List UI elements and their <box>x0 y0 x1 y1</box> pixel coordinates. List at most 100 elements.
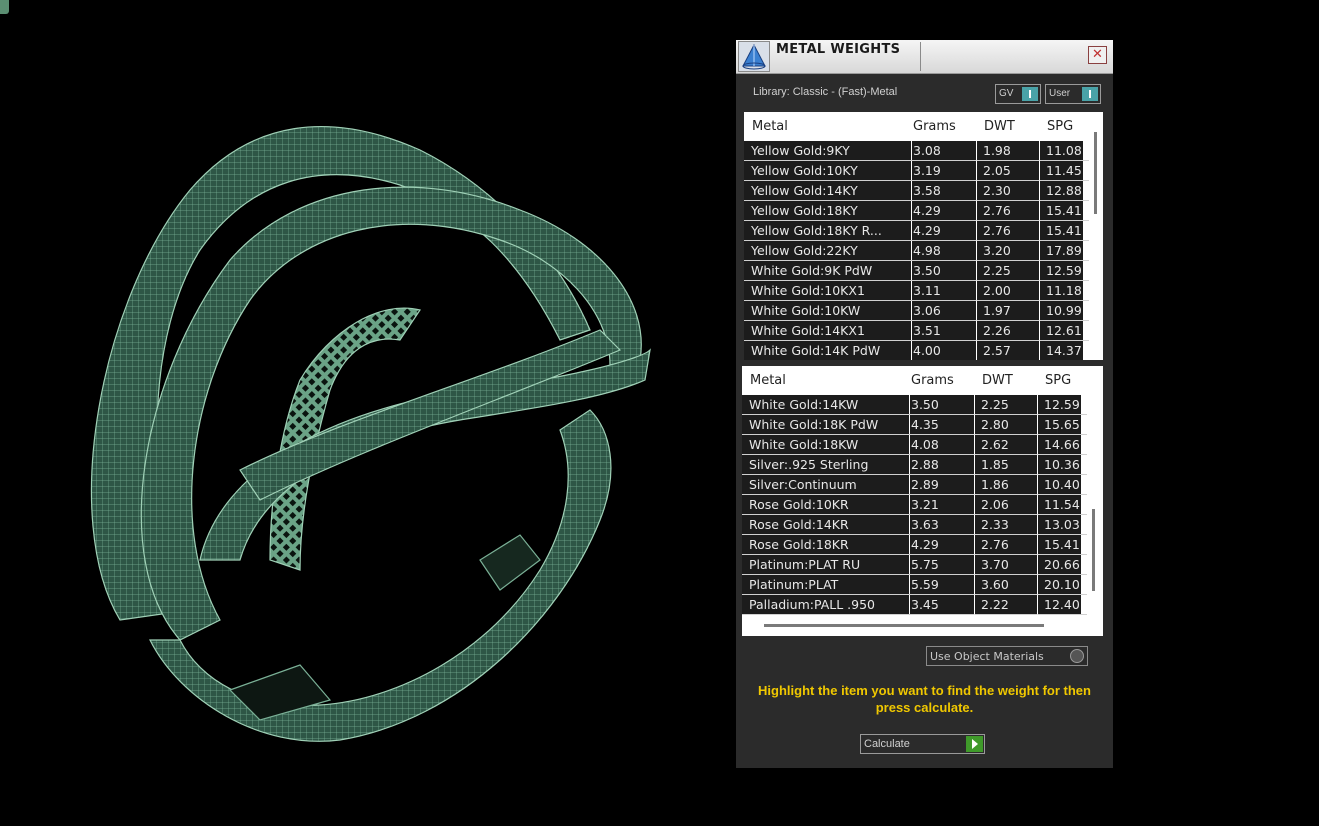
table-row[interactable]: White Gold:18K PdW 4.35 2.80 15.65 <box>742 415 1087 435</box>
table-row[interactable]: Yellow Gold:14KY 3.58 2.30 12.88 <box>744 181 1089 201</box>
table-row[interactable]: White Gold:10KW 3.06 1.97 10.99 <box>744 301 1089 321</box>
table-cell-grams: 3.45 <box>906 595 975 615</box>
table-cell-grams: 4.29 <box>906 535 975 555</box>
instruction-text: Highlight the item you want to find the … <box>758 683 1091 715</box>
user-toggle[interactable]: User <box>1045 84 1101 104</box>
table-cell-dwt: 3.70 <box>975 555 1038 575</box>
gv-toggle[interactable]: GV <box>995 84 1041 104</box>
table-cell-metal: Rose Gold:18KR <box>742 535 910 555</box>
metal-table-bottom[interactable]: Metal Grams DWT SPG White Gold:14KW 3.50 2… <box>742 366 1103 636</box>
table-row[interactable]: Yellow Gold:22KY 4.98 3.20 17.89 <box>744 241 1089 261</box>
column-header-grams[interactable]: Grams <box>911 373 954 388</box>
gv-toggle-label: GV <box>999 88 1014 99</box>
table-row[interactable]: Yellow Gold:18KY 4.29 2.76 15.41 <box>744 201 1089 221</box>
horizontal-scrollbar[interactable] <box>764 624 1044 627</box>
table-cell-spg: 12.61 <box>1040 321 1089 341</box>
user-toggle-label: User <box>1049 88 1071 99</box>
close-button[interactable]: ✕ <box>1088 46 1107 64</box>
column-header-spg[interactable]: SPG <box>1047 119 1073 134</box>
table-cell-grams: 3.50 <box>908 261 977 281</box>
3d-viewport[interactable] <box>0 0 730 826</box>
table-row[interactable]: White Gold:14K PdW 4.00 2.57 14.37 <box>744 341 1083 360</box>
use-object-materials-radio[interactable] <box>1070 649 1084 663</box>
table-cell-dwt: 2.22 <box>975 595 1038 615</box>
table-cell-spg: 13.03 <box>1038 515 1087 535</box>
vertical-scrollbar[interactable] <box>1092 509 1095 591</box>
table-row[interactable]: Silver:Continuum 2.89 1.86 10.40 <box>742 475 1087 495</box>
table-row[interactable]: Silver:.925 Sterling 2.88 1.85 10.36 <box>742 455 1087 475</box>
library-label: Library: Classic - (Fast)-Metal <box>753 86 898 98</box>
title-bar[interactable]: METAL WEIGHTS ✕ <box>736 40 1113 74</box>
table-cell-dwt: 2.06 <box>975 495 1038 515</box>
table-cell-spg: 15.41 <box>1038 535 1087 555</box>
user-toggle-switch[interactable] <box>1082 87 1098 101</box>
table-cell-spg: 15.65 <box>1038 415 1087 435</box>
table-cell-spg: 14.37 <box>1040 341 1089 360</box>
table-cell-dwt: 2.80 <box>975 415 1038 435</box>
table-cell-dwt: 2.76 <box>977 201 1040 221</box>
table-row[interactable]: White Gold:9K PdW 3.50 2.25 12.59 <box>744 261 1089 281</box>
table-cell-grams: 4.98 <box>908 241 977 261</box>
table-cell-grams: 4.35 <box>906 415 975 435</box>
table-cell-dwt: 3.60 <box>975 575 1038 595</box>
table-cell-spg: 11.45 <box>1040 161 1089 181</box>
table-cell-dwt: 2.00 <box>977 281 1040 301</box>
table-cell-grams: 2.88 <box>906 455 975 475</box>
table-row[interactable]: Yellow Gold:9KY 3.08 1.98 11.08 <box>744 141 1089 161</box>
vertical-scrollbar[interactable] <box>1094 132 1097 214</box>
table-cell-metal: Yellow Gold:18KY <box>744 201 912 221</box>
table-cell-dwt: 1.86 <box>975 475 1038 495</box>
table-cell-spg: 10.40 <box>1038 475 1087 495</box>
table-row[interactable]: Palladium:PALL .950 3.45 2.22 12.40 <box>742 595 1087 615</box>
play-icon[interactable] <box>966 736 983 752</box>
table-cell-metal: Rose Gold:14KR <box>742 515 910 535</box>
gv-toggle-switch[interactable] <box>1022 87 1038 101</box>
table-row[interactable]: White Gold:10KX1 3.11 2.00 11.18 <box>744 281 1089 301</box>
table-header: Metal Grams DWT SPG <box>744 112 1085 140</box>
table-cell-metal: Yellow Gold:18KY R... <box>744 221 912 241</box>
table-row[interactable]: Rose Gold:10KR 3.21 2.06 11.54 <box>742 495 1087 515</box>
table-row[interactable]: White Gold:14KX1 3.51 2.26 12.61 <box>744 321 1089 341</box>
column-header-dwt[interactable]: DWT <box>982 373 1013 388</box>
table-row[interactable]: Platinum:PLAT RU 5.75 3.70 20.66 <box>742 555 1087 575</box>
table-row[interactable]: Rose Gold:14KR 3.63 2.33 13.03 <box>742 515 1087 535</box>
table-cell-metal: Rose Gold:10KR <box>742 495 910 515</box>
table-cell-grams: 3.63 <box>906 515 975 535</box>
table-cell-dwt: 1.85 <box>975 455 1038 475</box>
metal-table-top[interactable]: Metal Grams DWT SPG Yellow Gold:9KY 3.08 1… <box>744 112 1103 360</box>
column-header-spg[interactable]: SPG <box>1045 373 1071 388</box>
calculate-button[interactable]: Calculate <box>860 734 985 754</box>
table-row[interactable]: Yellow Gold:10KY 3.19 2.05 11.45 <box>744 161 1089 181</box>
table-cell-metal: Yellow Gold:14KY <box>744 181 912 201</box>
column-header-metal[interactable]: Metal <box>750 373 786 388</box>
table-cell-spg: 11.08 <box>1040 141 1089 161</box>
table-cell-metal: White Gold:18KW <box>742 435 910 455</box>
table-cell-metal: Silver:.925 Sterling <box>742 455 910 475</box>
table-row[interactable]: Yellow Gold:18KY R... 4.29 2.76 15.41 <box>744 221 1089 241</box>
table-cell-grams: 5.75 <box>906 555 975 575</box>
table-cell-grams: 3.50 <box>906 395 975 415</box>
table-cell-metal: Silver:Continuum <box>742 475 910 495</box>
table-cell-grams: 3.58 <box>908 181 977 201</box>
table-cell-metal: White Gold:14KX1 <box>744 321 912 341</box>
table-row[interactable]: Platinum:PLAT 5.59 3.60 20.10 <box>742 575 1087 595</box>
table-cell-spg: 20.66 <box>1038 555 1087 575</box>
table-cell-dwt: 2.26 <box>977 321 1040 341</box>
table-cell-spg: 10.36 <box>1038 455 1087 475</box>
table-cell-dwt: 1.98 <box>977 141 1040 161</box>
table-cell-spg: 15.41 <box>1040 221 1089 241</box>
table-cell-dwt: 3.20 <box>977 241 1040 261</box>
table-cell-metal: White Gold:14K PdW <box>744 341 912 360</box>
table-row[interactable]: White Gold:14KW 3.50 2.25 12.59 <box>742 395 1087 415</box>
table-cell-dwt: 2.76 <box>975 535 1038 555</box>
table-row[interactable]: White Gold:18KW 4.08 2.62 14.66 <box>742 435 1087 455</box>
table-body: Yellow Gold:9KY 3.08 1.98 11.08 Yellow Gold:… <box>744 141 1089 360</box>
column-header-metal[interactable]: Metal <box>752 119 788 134</box>
use-object-materials-label: Use Object Materials <box>930 650 1044 663</box>
column-header-grams[interactable]: Grams <box>913 119 956 134</box>
table-cell-metal: Palladium:PALL .950 <box>742 595 910 615</box>
use-object-materials-option[interactable]: Use Object Materials <box>926 646 1088 666</box>
table-row[interactable]: Rose Gold:18KR 4.29 2.76 15.41 <box>742 535 1087 555</box>
table-cell-dwt: 2.57 <box>977 341 1040 360</box>
column-header-dwt[interactable]: DWT <box>984 119 1015 134</box>
